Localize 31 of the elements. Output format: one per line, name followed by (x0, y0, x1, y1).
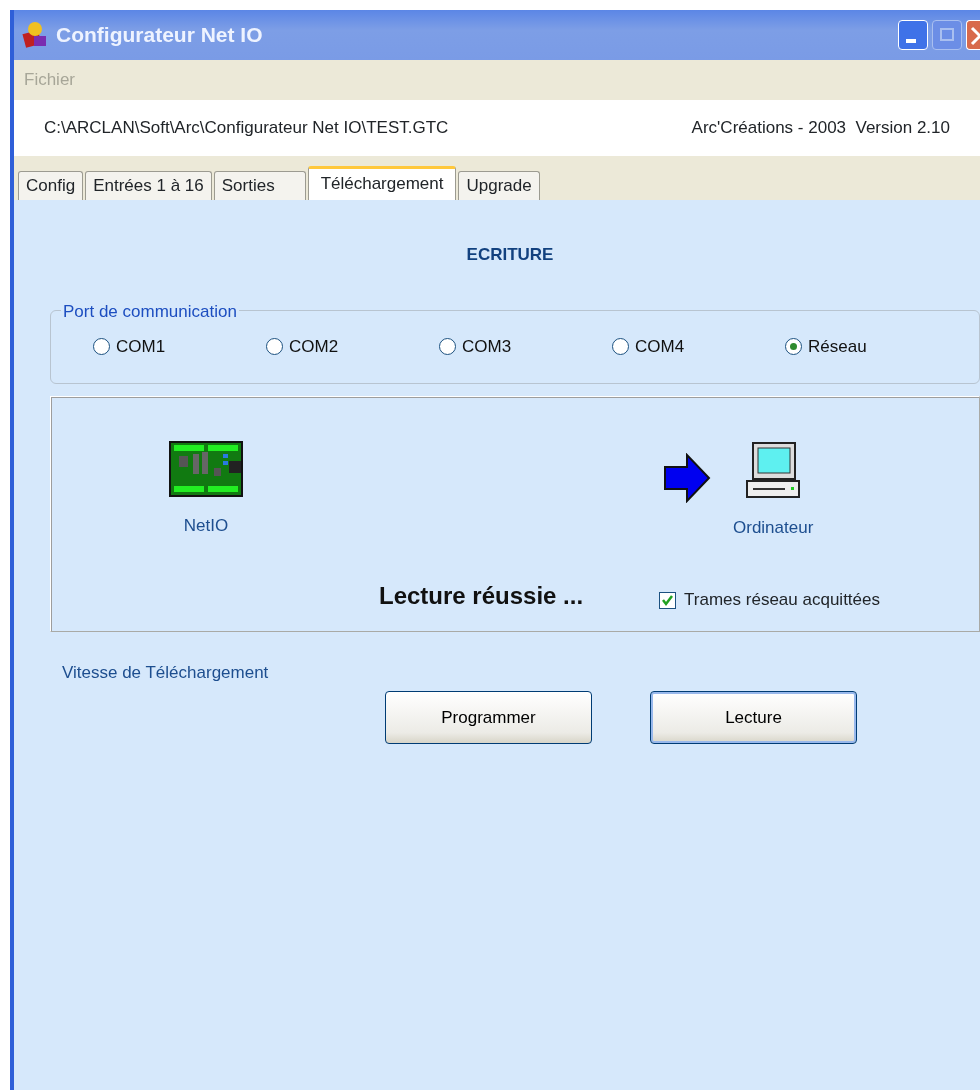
file-path: C:\ARCLAN\Soft\Arc\Configurateur Net IO\TEST.GTC (44, 117, 449, 140)
radio-button[interactable] (439, 338, 456, 355)
version-label: Arc'Créations - 2003 Version 2.10 (691, 117, 950, 140)
computer-icon (745, 440, 802, 499)
window-title: Configurateur Net IO (56, 22, 263, 49)
radio-label: COM1 (116, 335, 166, 358)
radio-label: COM4 (635, 335, 685, 358)
tab[interactable]: Config (18, 170, 84, 200)
action-button[interactable]: Programmer (385, 691, 592, 744)
status-message: Lecture réussie ... (379, 581, 584, 611)
radio-button[interactable] (612, 338, 629, 355)
right-arrow-icon (663, 452, 711, 503)
tab[interactable]: Entrées 1 à 16 (85, 170, 212, 200)
radio-label: COM3 (462, 335, 512, 358)
radio-label: COM2 (289, 335, 339, 358)
minimize-button[interactable] (898, 20, 928, 50)
checkbox[interactable] (659, 591, 677, 609)
tab[interactable]: Sorties (213, 170, 306, 200)
device-label: Ordinateur (733, 516, 814, 539)
section-heading: ECRITURE (465, 244, 555, 266)
radio-button[interactable] (93, 338, 110, 355)
radio-button[interactable] (785, 338, 802, 355)
checkbox-label: Trames réseau acquittées (684, 589, 880, 612)
circuit-board-icon (169, 440, 243, 497)
speed-label: Vitesse de Téléchargement (62, 661, 270, 684)
action-button[interactable]: Lecture (650, 691, 857, 744)
device-label: NetIO (183, 514, 229, 537)
tab[interactable]: Téléchargement (307, 165, 457, 201)
radio-label: Réseau (808, 335, 867, 358)
radio-button[interactable] (266, 338, 283, 355)
tab[interactable]: Upgrade (458, 170, 540, 200)
